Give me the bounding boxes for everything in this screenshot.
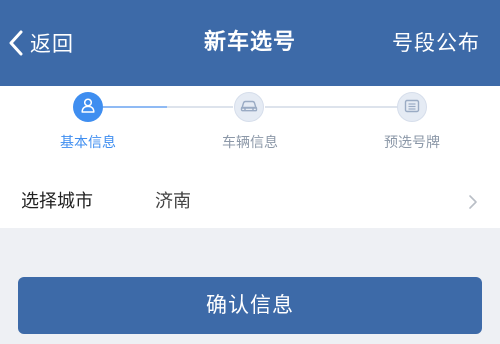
step-plate-preselect-label: 预选号牌 xyxy=(384,135,440,151)
city-field-label: 选择城市 xyxy=(21,191,93,212)
step-connector xyxy=(167,106,233,108)
city-field-value: 济南 xyxy=(155,191,191,212)
confirm-info-button[interactable]: 确认信息 xyxy=(18,277,482,334)
user-icon xyxy=(80,97,96,117)
license-plate-icon xyxy=(404,98,420,117)
number-announcement-link[interactable]: 号段公布 xyxy=(392,24,480,62)
city-selector-row[interactable]: 选择城市 济南 xyxy=(0,176,500,228)
chevron-right-icon xyxy=(468,194,478,214)
step-basic-info-label: 基本信息 xyxy=(60,135,116,151)
car-icon xyxy=(240,98,258,117)
progress-steps: 基本信息 车辆信息 预选号牌 xyxy=(0,86,500,176)
step-vehicle-info-label: 车辆信息 xyxy=(222,135,278,151)
step-vehicle-info-indicator xyxy=(234,92,264,122)
step-plate-preselect-indicator xyxy=(397,92,427,122)
step-connector-active xyxy=(103,106,167,108)
step-basic-info-indicator xyxy=(73,92,103,122)
step-connector xyxy=(265,106,399,108)
app-header: 返回 新车选号 号段公布 xyxy=(0,0,500,86)
